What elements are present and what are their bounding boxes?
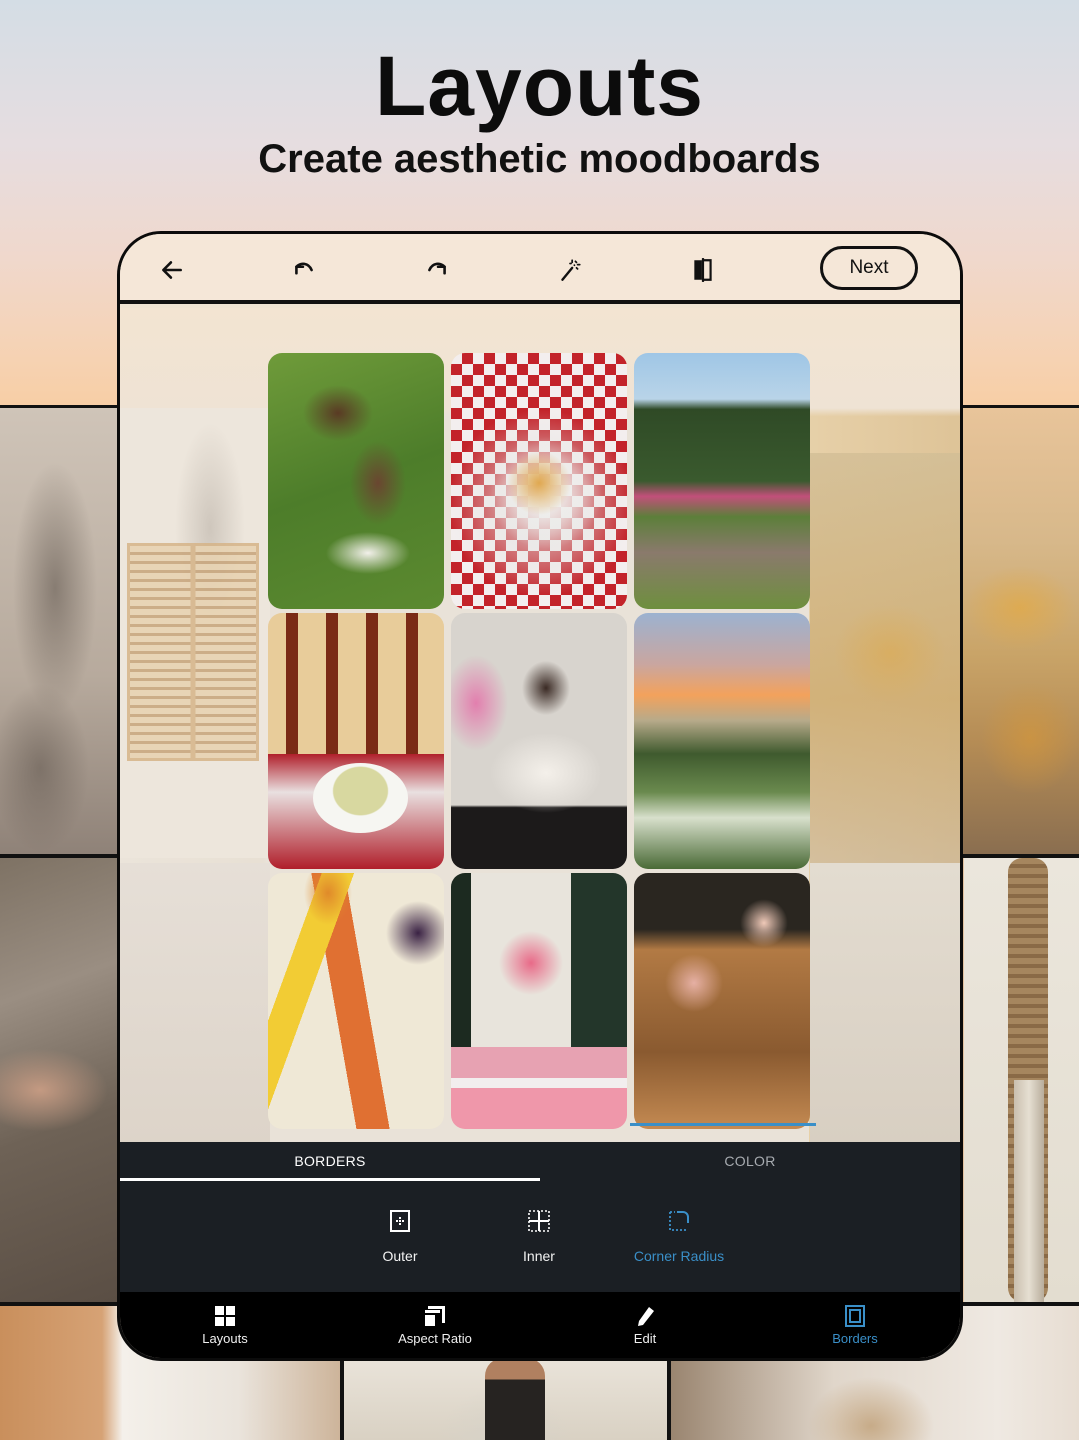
- photo-tile-cocktails[interactable]: [634, 873, 810, 1129]
- canvas-bg-shutter: [127, 543, 259, 761]
- canvas-bg-palm: [810, 863, 960, 1143]
- canvas-bg-fabric: [120, 863, 270, 1143]
- nav-label-edit: Edit: [633, 1331, 657, 1346]
- compare-button[interactable]: [685, 252, 721, 288]
- photo-tile-matcha-latte[interactable]: [268, 613, 444, 869]
- nav-item-layouts[interactable]: Layouts: [120, 1292, 330, 1358]
- option-corner-radius[interactable]: Corner Radius: [629, 1208, 729, 1278]
- corner-radius-icon: [666, 1208, 692, 1234]
- bg-photo-shadow-wall: [0, 408, 117, 854]
- nav-item-edit[interactable]: Edit: [540, 1292, 750, 1358]
- option-outer-label: Outer: [382, 1248, 418, 1264]
- next-button[interactable]: Next: [820, 246, 918, 290]
- pencil-icon: [633, 1304, 657, 1328]
- undo-button[interactable]: [286, 252, 322, 288]
- photo-tile-onion-soup[interactable]: [451, 353, 627, 609]
- outer-border-icon: [387, 1208, 413, 1234]
- borders-panel: BORDERS COLOR Outer Inner Corner Radius: [120, 1142, 960, 1292]
- bg-photo-hand: [0, 1030, 117, 1160]
- collage-canvas: [120, 308, 960, 1143]
- nav-label-layouts: Layouts: [202, 1331, 248, 1346]
- undo-icon: [295, 262, 313, 275]
- option-corner-radius-label: Corner Radius: [633, 1248, 725, 1264]
- option-inner-label: Inner: [523, 1248, 555, 1264]
- aspect-ratio-icon: [423, 1304, 447, 1328]
- canvas-bg-forest: [810, 453, 960, 863]
- bottom-nav: Layouts Aspect Ratio Edit Borders: [120, 1292, 960, 1358]
- hero-subtitle: Create aesthetic moodboards: [258, 137, 821, 181]
- tab-borders[interactable]: BORDERS: [120, 1142, 540, 1180]
- top-toolbar: Next: [120, 234, 960, 304]
- nav-active-indicator: [630, 1123, 816, 1126]
- device-frame: Next BORDERS COLOR Outer Inner Corner Ra…: [117, 231, 963, 1361]
- photo-tile-pink-flowers[interactable]: [451, 873, 627, 1129]
- bg-divider: [963, 405, 1079, 408]
- compare-icon: [694, 258, 712, 282]
- bg-divider: [0, 854, 117, 858]
- photo-tile-fairy-portrait[interactable]: [451, 613, 627, 869]
- hero-title: Layouts: [374, 39, 705, 133]
- inner-border-icon: [526, 1208, 552, 1234]
- bg-divider: [963, 854, 1079, 858]
- redo-button[interactable]: [419, 252, 455, 288]
- back-button[interactable]: [154, 252, 190, 288]
- nav-label-aspect-ratio: Aspect Ratio: [398, 1331, 472, 1346]
- nav-label-borders: Borders: [832, 1331, 878, 1346]
- photo-grid: [268, 353, 810, 1129]
- nav-item-aspect-ratio[interactable]: Aspect Ratio: [330, 1292, 540, 1358]
- tab-color[interactable]: COLOR: [540, 1142, 960, 1180]
- back-arrow-icon: [162, 261, 182, 279]
- photo-tile-garden-path[interactable]: [634, 353, 810, 609]
- tab-indicator: [120, 1178, 540, 1181]
- bg-palm-trunk-lower: [1014, 1080, 1044, 1302]
- redo-icon: [428, 262, 446, 275]
- magic-wand-icon: [561, 259, 581, 281]
- borders-icon: [843, 1304, 867, 1328]
- photo-tile-boxer-dog[interactable]: [268, 353, 444, 609]
- option-outer[interactable]: Outer: [350, 1208, 450, 1278]
- layouts-icon: [213, 1304, 237, 1328]
- option-inner[interactable]: Inner: [489, 1208, 589, 1278]
- nav-item-borders[interactable]: Borders: [750, 1292, 960, 1358]
- bg-person: [485, 1358, 545, 1440]
- photo-tile-sunset-hydrangeas[interactable]: [634, 613, 810, 869]
- bg-photo-autumn-forest: [960, 408, 1079, 854]
- bg-divider: [0, 405, 117, 408]
- auto-enhance-button[interactable]: [552, 252, 588, 288]
- photo-tile-corn-carrots[interactable]: [268, 873, 444, 1129]
